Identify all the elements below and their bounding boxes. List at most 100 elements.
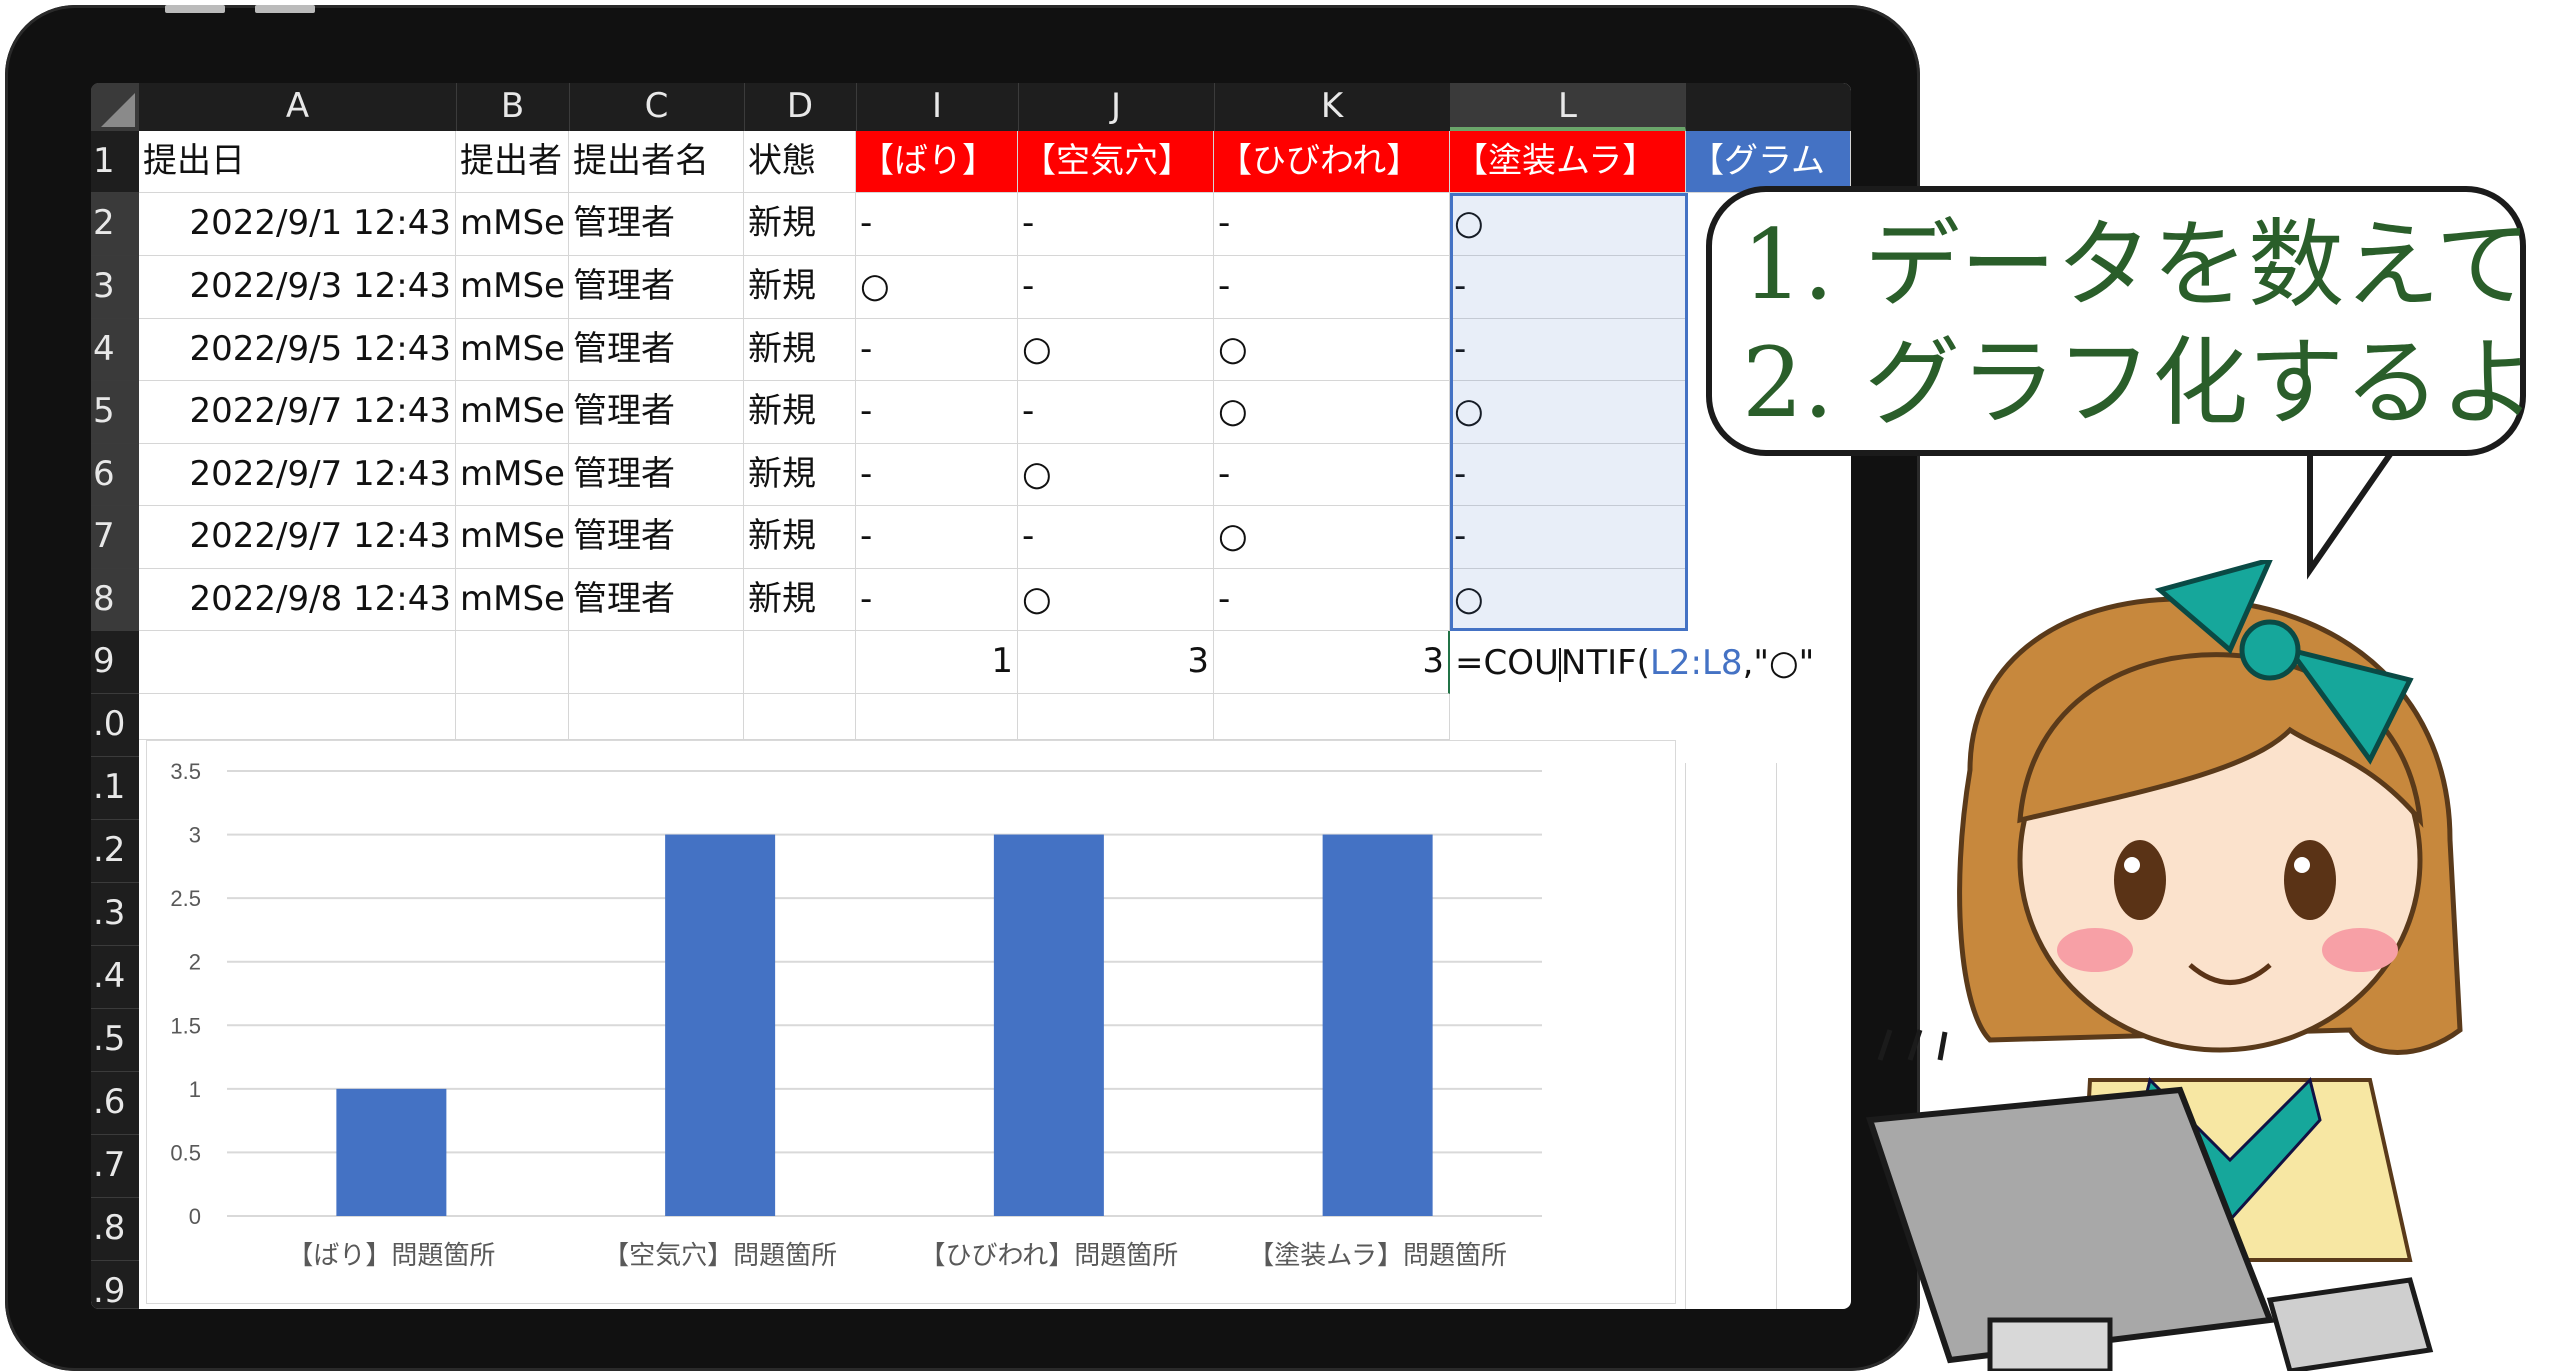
cell-k8[interactable]: - (1214, 569, 1450, 631)
row-header-13[interactable]: .3 (91, 883, 139, 946)
row-header-11[interactable]: .1 (91, 757, 139, 820)
cell-c3[interactable]: 管理者 (569, 256, 744, 319)
cell-j6[interactable]: ○ (1018, 444, 1214, 506)
cell-c10[interactable] (569, 694, 744, 740)
cell-k3[interactable]: - (1214, 256, 1450, 319)
cell-b2[interactable]: mMSe (456, 193, 569, 256)
cell-j3[interactable]: - (1018, 256, 1214, 319)
cell-k4[interactable]: ○ (1214, 319, 1450, 381)
cell-c6[interactable]: 管理者 (569, 444, 744, 506)
column-header-b[interactable]: B (456, 83, 570, 131)
cell-i8[interactable]: - (856, 569, 1018, 631)
cell-j10[interactable] (1018, 694, 1214, 740)
bar[interactable] (665, 834, 776, 1216)
cell-c7[interactable]: 管理者 (569, 506, 744, 569)
row-header-10[interactable]: .0 (91, 694, 139, 757)
cell-b1[interactable]: 提出者 (456, 131, 569, 193)
selection-range-l2-l8[interactable] (1450, 193, 1688, 631)
cell-k6[interactable]: - (1214, 444, 1450, 506)
row-header-15[interactable]: .5 (91, 1009, 139, 1072)
cell-k9[interactable]: 3 (1214, 631, 1450, 694)
column-header-l[interactable]: L (1450, 83, 1686, 131)
cell-b3[interactable]: mMSe (456, 256, 569, 319)
bar[interactable] (993, 834, 1104, 1216)
cell-j2[interactable]: - (1018, 193, 1214, 256)
row-header-5[interactable]: 5 (91, 381, 139, 444)
cell-c4[interactable]: 管理者 (569, 319, 744, 381)
column-header-a[interactable]: A (139, 83, 457, 131)
row-header-4[interactable]: 4 (91, 319, 139, 381)
cell-a9[interactable] (139, 631, 456, 694)
cell-j8[interactable]: ○ (1018, 569, 1214, 631)
cell-i1[interactable]: 【ばり】 (856, 131, 1018, 193)
cell-j1[interactable]: 【空気穴】 (1018, 131, 1214, 193)
cell-i10[interactable] (856, 694, 1018, 740)
cell-j9[interactable]: 3 (1018, 631, 1214, 694)
cell-k10[interactable] (1214, 694, 1450, 740)
row-header-18[interactable]: .8 (91, 1198, 139, 1261)
cell-i4[interactable]: - (856, 319, 1018, 381)
cell-a1[interactable]: 提出日 (139, 131, 456, 193)
cell-i9[interactable]: 1 (856, 631, 1018, 694)
cell-a2[interactable]: 2022/9/1 12:43 (139, 193, 456, 256)
cell-d9[interactable] (744, 631, 856, 694)
cell-a8[interactable]: 2022/9/8 12:43 (139, 569, 456, 631)
row-header-12[interactable]: .2 (91, 820, 139, 883)
bar[interactable] (336, 1088, 447, 1216)
row-header-6[interactable]: 6 (91, 444, 139, 506)
cell-b10[interactable] (456, 694, 569, 740)
row-header-7[interactable]: 7 (91, 506, 139, 569)
cell-b5[interactable]: mMSe (456, 381, 569, 444)
cell-d1[interactable]: 状態 (744, 131, 856, 193)
row-header-1[interactable]: 1 (91, 131, 139, 193)
cell-c8[interactable]: 管理者 (569, 569, 744, 631)
cell-i5[interactable]: - (856, 381, 1018, 444)
row-header-14[interactable]: .4 (91, 946, 139, 1009)
cell-d5[interactable]: 新規 (744, 381, 856, 444)
cell-d8[interactable]: 新規 (744, 569, 856, 631)
cell-b4[interactable]: mMSe (456, 319, 569, 381)
cell-j4[interactable]: ○ (1018, 319, 1214, 381)
formula-cell-l9[interactable]: =COUNTIF(L2:L8,"○" (1455, 633, 1814, 693)
cell-i2[interactable]: - (856, 193, 1018, 256)
cell-a10[interactable] (139, 694, 456, 740)
cell-k2[interactable]: - (1214, 193, 1450, 256)
column-header-i[interactable]: I (856, 83, 1019, 131)
column-header-c[interactable]: C (569, 83, 745, 131)
row-header-16[interactable]: .6 (91, 1072, 139, 1135)
cell-a6[interactable]: 2022/9/7 12:43 (139, 444, 456, 506)
cell-c2[interactable]: 管理者 (569, 193, 744, 256)
cell-k5[interactable]: ○ (1214, 381, 1450, 444)
cell-k1[interactable]: 【ひびわれ】 (1214, 131, 1450, 193)
row-header-17[interactable]: .7 (91, 1135, 139, 1198)
bar[interactable] (1322, 834, 1433, 1216)
cell-a7[interactable]: 2022/9/7 12:43 (139, 506, 456, 569)
column-header-d[interactable]: D (744, 83, 857, 131)
cell-d3[interactable]: 新規 (744, 256, 856, 319)
cell-b8[interactable]: mMSe (456, 569, 569, 631)
cell-d10[interactable] (744, 694, 856, 740)
cell-c5[interactable]: 管理者 (569, 381, 744, 444)
cell-a4[interactable]: 2022/9/5 12:43 (139, 319, 456, 381)
cell-k7[interactable]: ○ (1214, 506, 1450, 569)
column-header-k[interactable]: K (1214, 83, 1451, 131)
cell-a3[interactable]: 2022/9/3 12:43 (139, 256, 456, 319)
row-header-19[interactable]: .9 (91, 1261, 139, 1309)
cell-d2[interactable]: 新規 (744, 193, 856, 256)
row-header-9[interactable]: 9 (91, 631, 139, 694)
cell-j7[interactable]: - (1018, 506, 1214, 569)
cell-j5[interactable]: - (1018, 381, 1214, 444)
bar-chart[interactable]: 0 0.5 1 1.5 2 2.5 3 3.5 【ばり】問題箇所 【空気穴】問題箇所 【ひびわれ】問… (146, 740, 1676, 1304)
cell-d6[interactable]: 新規 (744, 444, 856, 506)
column-header-j[interactable]: J (1018, 83, 1215, 131)
cell-i7[interactable]: - (856, 506, 1018, 569)
cell-c9[interactable] (569, 631, 744, 694)
cell-i6[interactable]: - (856, 444, 1018, 506)
cell-b7[interactable]: mMSe (456, 506, 569, 569)
row-header-2[interactable]: 2 (91, 193, 139, 256)
cell-a5[interactable]: 2022/9/7 12:43 (139, 381, 456, 444)
cell-m1[interactable]: 【グラム (1686, 131, 1851, 193)
cell-b6[interactable]: mMSe (456, 444, 569, 506)
cell-d7[interactable]: 新規 (744, 506, 856, 569)
select-all-corner[interactable] (91, 83, 139, 131)
